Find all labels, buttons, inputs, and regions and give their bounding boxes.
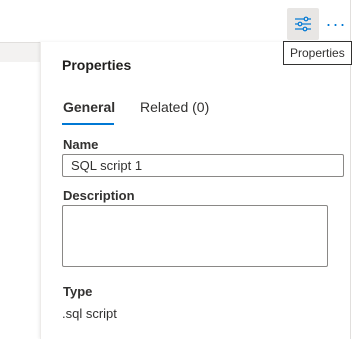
more-icon: ··· (325, 14, 347, 34)
name-input[interactable] (62, 154, 344, 177)
active-tab-indicator (62, 123, 114, 125)
editor-tab-strip (0, 43, 40, 62)
tab-related[interactable]: Related (0) (140, 99, 209, 115)
sliders-icon (295, 16, 311, 32)
more-options-button[interactable]: ··· (322, 8, 350, 40)
background-pane-edge (350, 0, 364, 339)
properties-panel: Properties General Related (0) Name Desc… (40, 42, 351, 339)
properties-tooltip: Properties (283, 41, 352, 65)
properties-button[interactable] (287, 8, 319, 40)
tab-general[interactable]: General (63, 99, 115, 115)
type-value: .sql script (62, 306, 117, 321)
name-label: Name (63, 137, 99, 152)
description-label: Description (63, 188, 135, 203)
description-textarea[interactable] (62, 205, 328, 267)
type-label: Type (63, 284, 93, 299)
panel-title: Properties (62, 57, 132, 73)
